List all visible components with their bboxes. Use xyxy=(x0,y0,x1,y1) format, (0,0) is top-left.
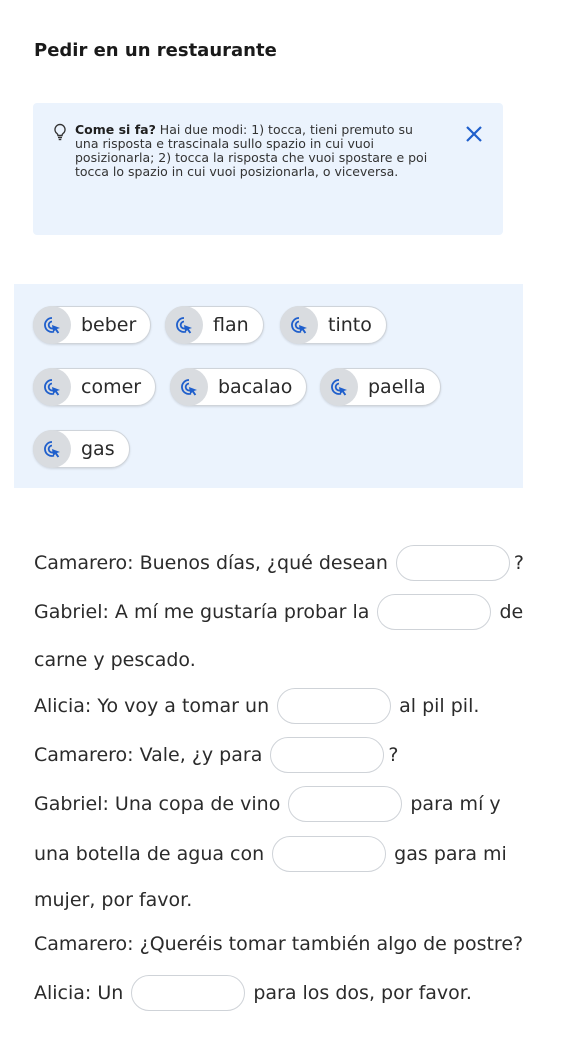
page-title: Pedir en un restaurante xyxy=(34,40,277,61)
chip-label: bacalao xyxy=(218,376,293,398)
dialog-line: Camarero: Vale, ¿y para ? xyxy=(34,737,398,773)
dialog-text: Camarero: Buenos días, ¿qué desean xyxy=(34,552,388,574)
chip-label: tinto xyxy=(328,314,372,336)
answer-chip[interactable]: flan xyxy=(165,306,264,344)
answer-chip[interactable]: comer xyxy=(33,368,157,406)
hint-title: Come si fa? xyxy=(75,122,156,137)
answer-slot[interactable] xyxy=(395,545,510,581)
chip-label: comer xyxy=(81,376,142,398)
dialog-line: Alicia: Yo voy a tomar un al pil pil. xyxy=(34,688,479,724)
word-bank: beber flan tinto comer bacalao paella ga… xyxy=(14,284,523,488)
answer-chip[interactable]: bacalao xyxy=(170,368,308,406)
dialog-text: Alicia: Un xyxy=(34,982,124,1004)
drag-pointer-icon xyxy=(170,368,208,406)
answer-slot[interactable] xyxy=(377,594,492,630)
chip-label: beber xyxy=(81,314,137,336)
dialog-line: Camarero: Buenos días, ¿qué desean ? xyxy=(34,545,524,581)
answer-slot[interactable] xyxy=(131,975,246,1011)
drag-pointer-icon xyxy=(33,306,71,344)
lightbulb-icon xyxy=(54,123,66,141)
answer-slot[interactable] xyxy=(272,836,387,872)
dialog-text: mujer, por favor. xyxy=(34,889,193,911)
answer-slot[interactable] xyxy=(288,786,403,822)
dialog-line: Gabriel: A mí me gustaría probar la de xyxy=(34,594,523,630)
answer-chip[interactable]: gas xyxy=(33,430,130,468)
chip-label: flan xyxy=(213,314,249,336)
dialog-text: una botella de agua con xyxy=(34,843,265,865)
answer-slot[interactable] xyxy=(277,688,392,724)
dialog-text: de xyxy=(499,601,524,623)
drag-pointer-icon xyxy=(33,430,71,468)
dialog-text: Camarero: Vale, ¿y para xyxy=(34,744,263,766)
dialog-text: para mí y xyxy=(410,793,501,815)
hint-panel: Come si fa? Hai due modi: 1) tocca, tien… xyxy=(33,103,503,235)
dialog-line: Camarero: ¿Queréis tomar también algo de… xyxy=(34,926,523,962)
drag-pointer-icon xyxy=(320,368,358,406)
dialog-text: para los dos, por favor. xyxy=(253,982,472,1004)
dialog-line: una botella de agua con gas para mi xyxy=(34,836,507,872)
dialog-text: Gabriel: A mí me gustaría probar la xyxy=(34,601,370,623)
dialog-text: ? xyxy=(388,744,399,766)
dialog-text: gas para mi xyxy=(394,843,507,865)
dialog-text: Alicia: Yo voy a tomar un xyxy=(34,695,270,717)
drag-pointer-icon xyxy=(33,368,71,406)
close-icon[interactable] xyxy=(465,125,483,143)
dialog-line: carne y pescado. xyxy=(34,642,196,678)
answer-chip[interactable]: beber xyxy=(33,306,152,344)
answer-chip[interactable]: paella xyxy=(320,368,441,406)
chip-label: paella xyxy=(368,376,426,398)
answer-slot[interactable] xyxy=(270,737,385,773)
dialog-text: ? xyxy=(513,552,524,574)
chip-label: gas xyxy=(81,438,115,460)
dialog-line: Alicia: Un para los dos, por favor. xyxy=(34,975,472,1011)
dialog-line: mujer, por favor. xyxy=(34,882,192,918)
dialog-text: Gabriel: Una copa de vino xyxy=(34,793,281,815)
dialog-line: Gabriel: Una copa de vino para mí y xyxy=(34,786,501,822)
answer-chip[interactable]: tinto xyxy=(280,306,387,344)
dialog-text: al pil pil. xyxy=(399,695,480,717)
dialog-text: Camarero: ¿Queréis tomar también algo de… xyxy=(34,933,524,955)
drag-pointer-icon xyxy=(165,306,203,344)
drag-pointer-icon xyxy=(280,306,318,344)
dialog-text: carne y pescado. xyxy=(34,649,196,671)
